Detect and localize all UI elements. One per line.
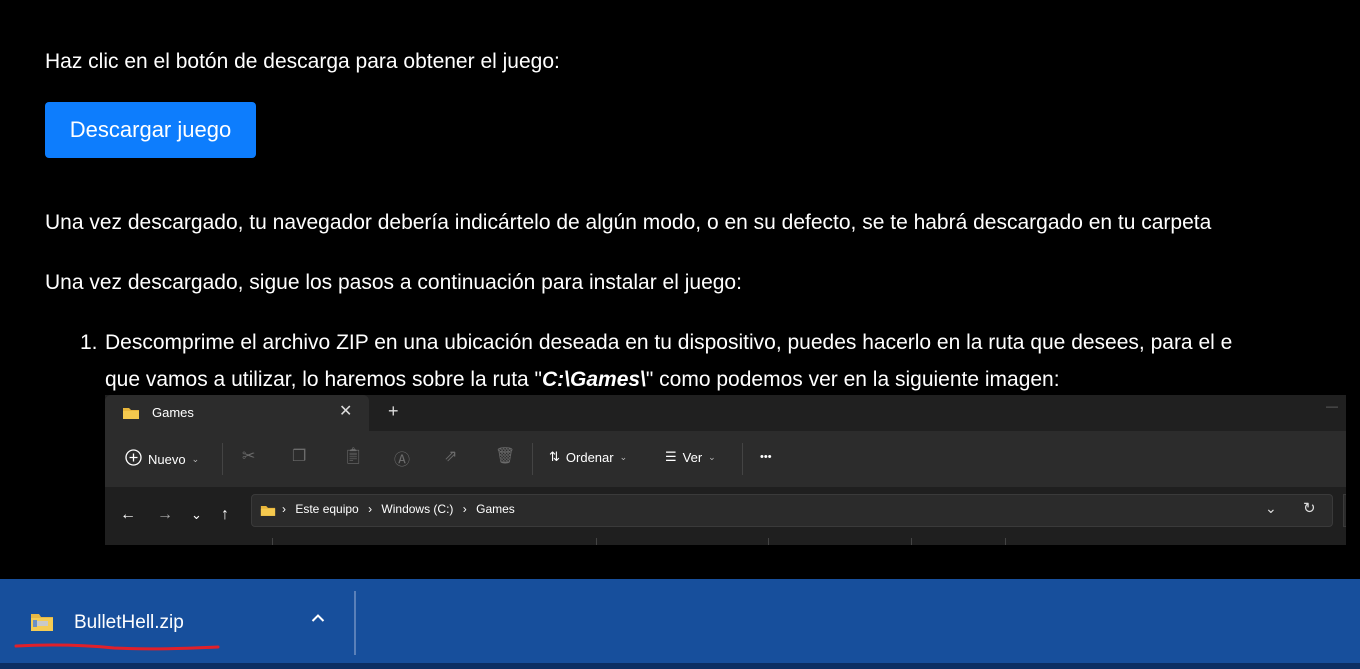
intro-text: Haz clic en el botón de descarga para ob… [45,50,560,73]
step1-line2-post: " como podemos ver en la siguiente image… [645,368,1060,391]
close-tab-icon: ✕ [339,403,353,420]
chevron-down-icon: ⌄ [1265,500,1277,516]
step1-line2: que vamos a utilizar, lo haremos sobre l… [105,366,1060,394]
chevron-down-icon: ⌄ [191,453,200,464]
chevron-up-icon[interactable] [311,610,325,628]
copy-icon: ❐ [292,448,307,465]
explorer-tab: Games ✕ [105,395,369,431]
install-path: C:\Games\ [542,368,646,391]
cut-icon: ✂ [242,448,256,465]
breadcrumb-separator-icon: › [368,502,373,516]
new-button: Nuevo ⌄ [125,449,199,469]
chevron-down-icon: ⌄ [619,451,628,462]
column-divider [1005,538,1006,545]
folder-icon [122,406,140,423]
rename-icon: Ⓐ [394,452,411,469]
new-label: Nuevo [148,451,186,467]
forward-arrow-icon: → [157,506,173,523]
breadcrumb-separator-icon: › [462,502,467,516]
step1-line1: Descomprime el archivo ZIP en una ubicac… [105,331,1233,354]
explorer-tab-title: Games [152,405,194,420]
column-divider [272,538,273,545]
download-bar-divider [354,591,356,655]
breadcrumb-item: Windows (C:) [381,502,454,516]
column-divider [911,538,912,545]
explorer-address-bar: ← → ⌄ ↑ › Este equipo › Windows (C:) › G… [105,487,1346,545]
recent-chevron-icon: ⌄ [191,507,202,522]
zip-file-icon [30,612,54,637]
column-divider [768,538,769,545]
page-content: Haz clic en el botón de descarga para ob… [0,0,1360,579]
delete-icon: 🗑︎ [495,448,516,465]
new-tab-icon: + [388,401,399,421]
column-divider [596,538,597,545]
plus-circle-icon [125,449,142,469]
more-options-icon: ••• [760,451,772,463]
explorer-tab-bar: Games ✕ + — [105,395,1346,431]
download-game-button[interactable]: Descargar juego [45,102,256,158]
breadcrumb-item: Este equipo [295,502,359,516]
breadcrumb: › Este equipo › Windows (C:) › Games [282,502,521,516]
view-icon: ☰ [665,449,677,464]
sort-label: Ordenar [565,449,614,465]
breadcrumb-item: Games [476,502,515,516]
explorer-command-bar: Nuevo ⌄ ✂ ❐ 📋︎ Ⓐ ⇗ 🗑︎ ⇅ Ordenar ⌄ ☰ Ver … [105,431,1346,487]
share-icon: ⇗ [444,448,458,465]
explorer-screenshot: Games ✕ + — Nuevo ⌄ ✂ ❐ 📋︎ Ⓐ ⇗ 🗑︎ ⇅ Orde… [105,395,1346,545]
breadcrumb-separator-icon: › [282,502,286,516]
red-underline-annotation [14,643,220,651]
chevron-down-icon: ⌄ [708,451,716,462]
minimize-icon: — [1326,399,1338,413]
divider [222,443,223,475]
downloaded-file-name[interactable]: BulletHell.zip [74,612,184,634]
divider [532,443,533,475]
search-box [1343,494,1346,527]
download-bar: BulletHell.zip [0,579,1360,669]
divider [742,443,743,475]
refresh-icon: ↻ [1303,500,1316,517]
view-button: ☰ Ver ⌄ [665,449,716,465]
view-label: Ver [682,449,703,465]
up-arrow-icon: ↑ [221,506,229,523]
address-field: › Este equipo › Windows (C:) › Games ⌄ ↻ [251,494,1333,527]
download-bar-edge [0,663,1360,669]
after-download-text: Una vez descargado, tu navegador debería… [45,211,1212,234]
sort-icon: ⇅ [549,449,560,464]
back-arrow-icon: ← [120,506,136,523]
sort-button: ⇅ Ordenar ⌄ [549,449,627,465]
folder-icon [260,504,276,520]
paste-icon: 📋︎ [343,448,364,465]
step-number: 1. [80,331,98,354]
steps-intro-text: Una vez descargado, sigue los pasos a co… [45,271,742,294]
step1-line2-pre: que vamos a utilizar, lo haremos sobre l… [105,368,543,391]
